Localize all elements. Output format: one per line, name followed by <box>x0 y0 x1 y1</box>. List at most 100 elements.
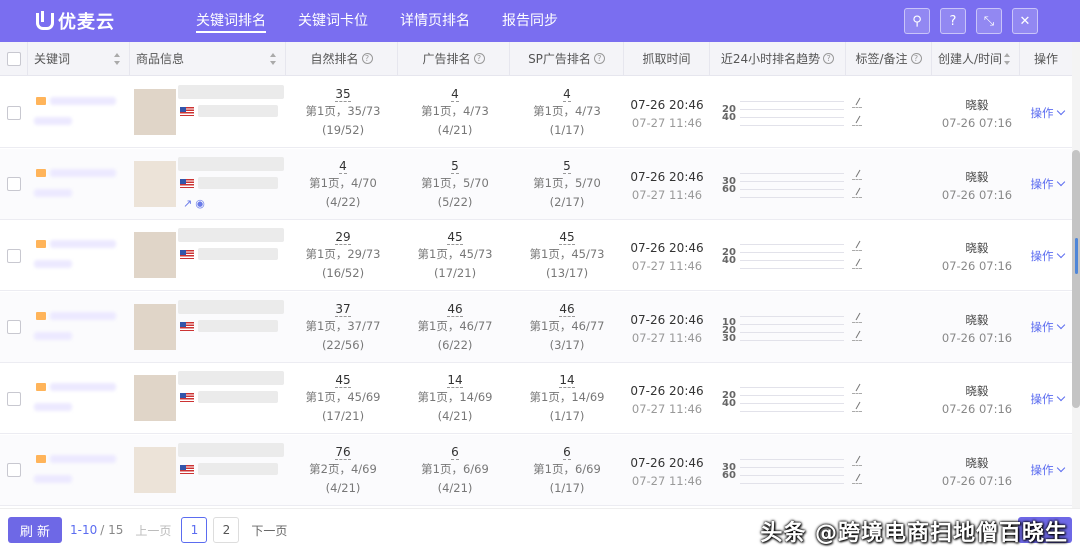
tags-cell[interactable] <box>848 363 932 434</box>
product-thumbnail[interactable] <box>134 160 176 207</box>
next-page-button[interactable]: 下一页 <box>251 522 287 539</box>
product-info-cell[interactable] <box>131 435 286 506</box>
help-icon[interactable]: ? <box>910 53 922 64</box>
keyword-cell[interactable] <box>30 149 130 220</box>
col-product[interactable]: 商品信息 <box>130 41 286 76</box>
product-info-cell[interactable] <box>131 220 286 291</box>
product-info-cell[interactable] <box>131 77 286 148</box>
row-checkbox[interactable] <box>7 391 21 406</box>
trend-chart-cell[interactable]: 10 20 30 <box>712 292 846 363</box>
product-thumbnail[interactable] <box>134 232 176 278</box>
nav-tab-report-sync[interactable]: 报告同步 <box>486 0 574 42</box>
trend-chart-cell[interactable]: 20 40 <box>712 77 846 148</box>
tags-cell[interactable] <box>848 77 932 148</box>
edit-tag-icon[interactable] <box>855 455 861 463</box>
table-row[interactable]: 76 第2页，4/69 (4/21) 6 第1页，6/69 (4/21) 6 第1页，6/69… <box>0 434 1072 506</box>
tags-cell[interactable] <box>848 435 932 506</box>
product-thumbnail[interactable] <box>134 375 176 421</box>
keyword-cell[interactable] <box>30 77 130 148</box>
trend-chart-cell[interactable]: 30 60 <box>712 435 846 506</box>
user-icon[interactable]: ⚲ <box>904 8 930 34</box>
nav-tab-detail-rank[interactable]: 详情页排名 <box>384 0 486 42</box>
page-1-button[interactable]: 1 <box>181 517 208 543</box>
prev-page-button[interactable]: 上一页 <box>135 522 171 539</box>
operations-dropdown[interactable]: 操作 <box>1022 363 1072 434</box>
chart-eye-icons[interactable]: ↗◉ <box>183 197 208 210</box>
product-info-cell[interactable] <box>131 292 286 363</box>
sp-rank-value[interactable]: 45 <box>559 230 575 245</box>
edit-tag-icon[interactable] <box>855 97 861 106</box>
ad-rank-value[interactable]: 45 <box>447 230 463 245</box>
ad-rank-value[interactable]: 4 <box>451 87 459 102</box>
natural-rank-value[interactable]: 76 <box>335 445 351 460</box>
select-all-checkbox[interactable] <box>6 51 21 66</box>
row-checkbox[interactable] <box>7 320 21 334</box>
scrollbar-thumb[interactable] <box>1072 150 1080 408</box>
ad-rank-value[interactable]: 5 <box>451 159 459 174</box>
help-icon[interactable]: ? <box>593 53 605 64</box>
edit-tag-icon[interactable] <box>855 383 861 392</box>
trend-chart-cell[interactable]: 30 60 <box>712 149 846 220</box>
operations-dropdown[interactable]: 操作 <box>1022 435 1072 506</box>
tags-cell[interactable] <box>848 149 932 220</box>
ad-rank-value[interactable]: 6 <box>451 445 459 460</box>
sp-rank-value[interactable]: 6 <box>563 445 571 460</box>
natural-rank-value[interactable]: 45 <box>335 373 351 388</box>
help-icon[interactable]: ? <box>473 53 485 64</box>
product-info-cell[interactable]: ↗◉ <box>131 149 286 220</box>
trend-chart-cell[interactable]: 20 40 <box>712 363 846 434</box>
edit-tag-icon[interactable] <box>855 240 861 249</box>
tags-cell[interactable] <box>848 220 932 291</box>
table-row[interactable]: 37 第1页，37/77 (22/56) 46 第1页，46/77 (6/22) 46 第1页… <box>0 291 1072 363</box>
table-row[interactable]: 29 第1页，29/73 (16/52) 45 第1页，45/73 (17/21) 45 第1… <box>0 220 1072 291</box>
sp-rank-value[interactable]: 14 <box>559 373 575 388</box>
edit-note-icon[interactable] <box>855 115 861 124</box>
sort-icon[interactable] <box>114 52 121 65</box>
sort-icon[interactable] <box>270 52 277 65</box>
trend-chart-cell[interactable]: 20 40 <box>712 220 846 291</box>
sort-icon[interactable] <box>1004 52 1011 65</box>
product-thumbnail[interactable] <box>134 89 176 135</box>
col-keyword[interactable]: 关键词 <box>28 41 130 76</box>
natural-rank-value[interactable]: 35 <box>335 87 351 102</box>
collapse-icon[interactable]: ⤡ <box>976 8 1002 34</box>
operations-dropdown[interactable]: 操作 <box>1022 77 1072 148</box>
edit-tag-icon[interactable] <box>855 312 861 320</box>
tags-cell[interactable] <box>848 292 932 363</box>
ad-rank-value[interactable]: 46 <box>447 302 463 317</box>
keyword-cell[interactable] <box>30 292 130 363</box>
row-checkbox[interactable] <box>7 463 21 477</box>
close-icon[interactable]: ✕ <box>1012 8 1038 34</box>
row-checkbox[interactable] <box>7 105 21 120</box>
keyword-cell[interactable] <box>30 435 130 506</box>
help-icon[interactable]: ? <box>940 8 966 34</box>
table-row[interactable]: 45 第1页，45/69 (17/21) 14 第1页，14/69 (4/21) 14 第1页… <box>0 363 1072 434</box>
edit-note-icon[interactable] <box>855 473 861 481</box>
product-thumbnail[interactable] <box>134 303 176 350</box>
keyword-cell[interactable] <box>30 220 130 291</box>
natural-rank-value[interactable]: 37 <box>335 302 351 317</box>
page-2-button[interactable]: 2 <box>213 517 240 543</box>
refresh-button[interactable]: 刷 新 <box>8 517 62 543</box>
scrollbar[interactable] <box>1072 42 1080 508</box>
row-checkbox[interactable] <box>7 248 21 263</box>
col-creator[interactable]: 创建人/时间 <box>932 41 1020 76</box>
nav-tab-keyword-rank[interactable]: 关键词排名 <box>180 0 282 42</box>
nav-tab-keyword-slot[interactable]: 关键词卡位 <box>282 0 384 42</box>
table-row[interactable]: 35 第1页，35/73 (19/52) 4 第1页，4/73 (4/21) 4 第1页，4/… <box>0 77 1072 148</box>
edit-note-icon[interactable] <box>855 258 861 267</box>
sp-rank-value[interactable]: 5 <box>563 159 571 174</box>
keyword-cell[interactable] <box>30 363 130 434</box>
sp-rank-value[interactable]: 46 <box>559 302 575 317</box>
row-checkbox[interactable] <box>7 177 21 191</box>
table-row[interactable]: ↗◉ 4 第1页，4/70 (4/22) 5 第1页，5/70 (5/22) 5 第1页，5/7… <box>0 148 1072 220</box>
ad-rank-value[interactable]: 14 <box>447 373 463 388</box>
product-thumbnail[interactable] <box>134 446 176 493</box>
help-icon[interactable]: ? <box>823 53 835 64</box>
product-info-cell[interactable] <box>131 363 286 434</box>
help-icon[interactable]: ? <box>361 53 373 64</box>
operations-dropdown[interactable]: 操作 <box>1022 292 1072 363</box>
edit-note-icon[interactable] <box>855 401 861 410</box>
operations-dropdown[interactable]: 操作 <box>1022 149 1072 220</box>
natural-rank-value[interactable]: 29 <box>335 230 351 245</box>
